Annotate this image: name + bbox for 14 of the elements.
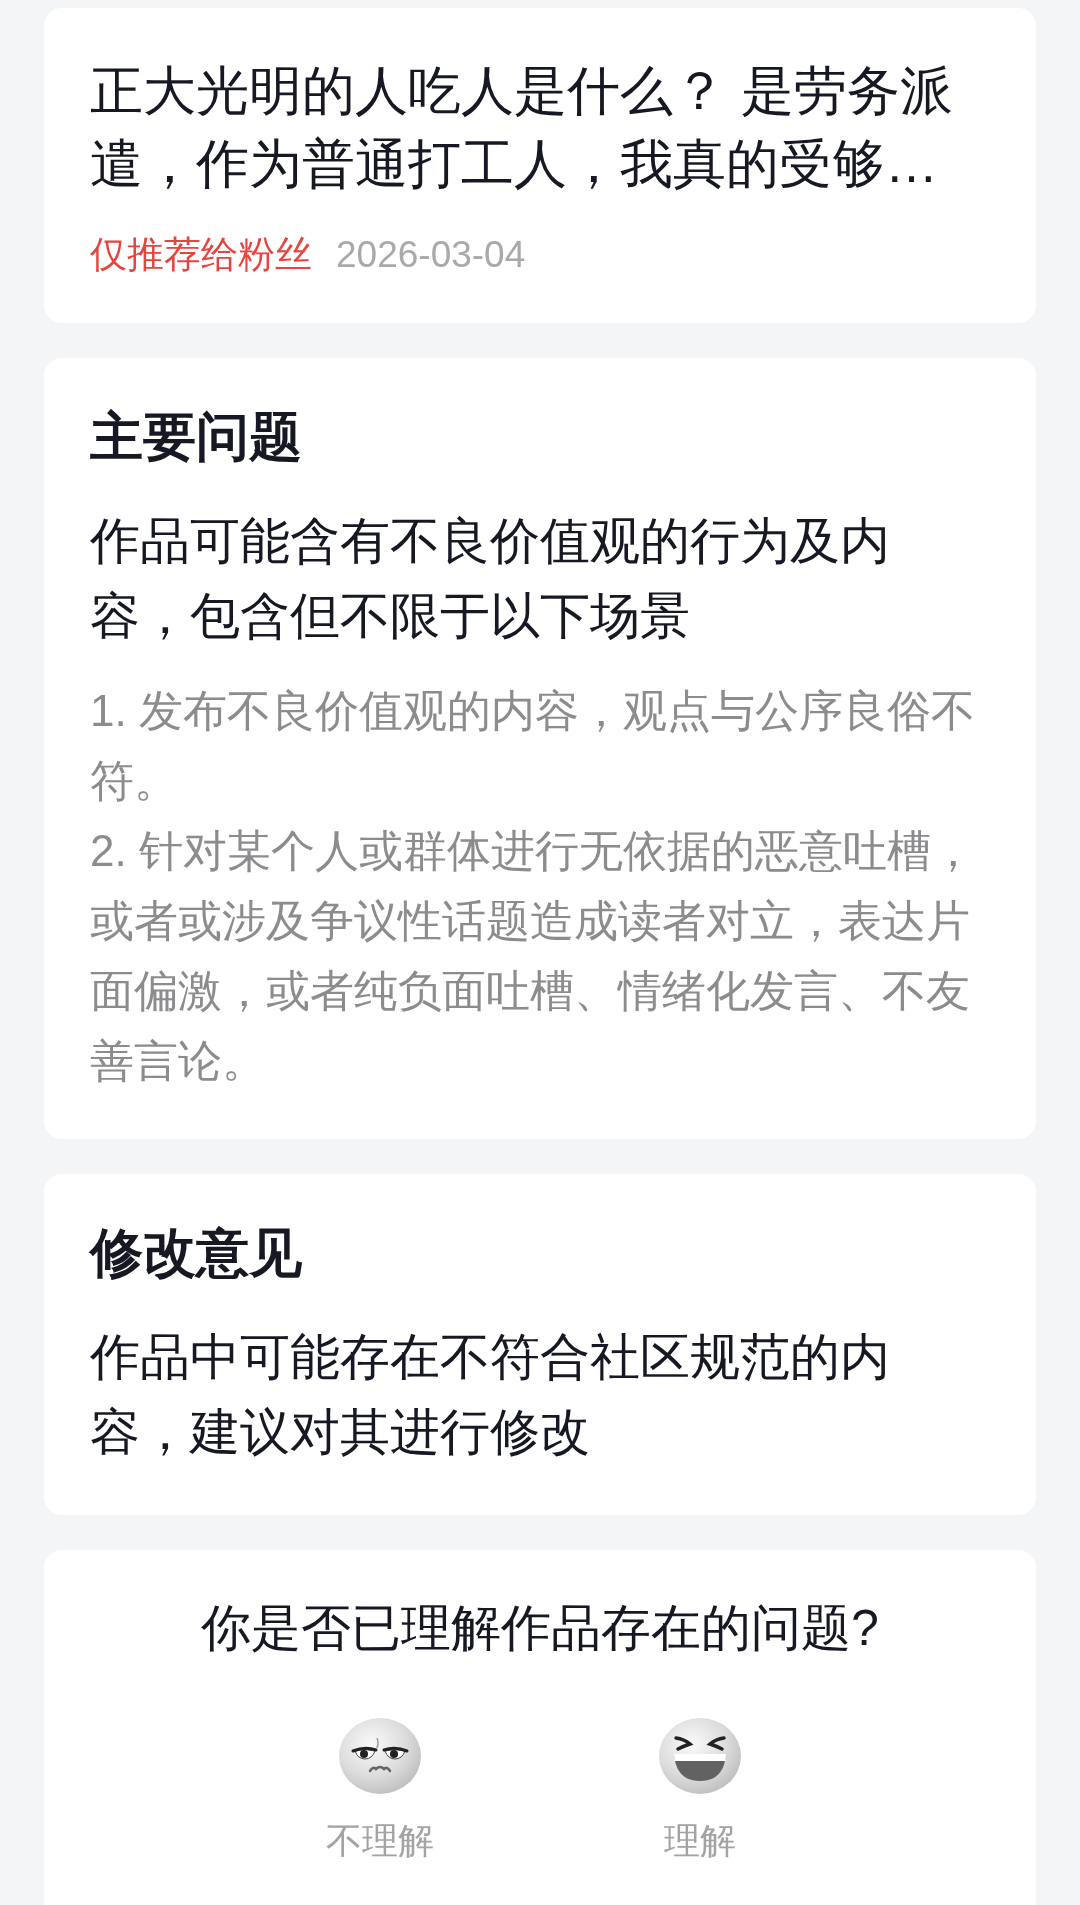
question-text: 你是否已理解作品存在的问题? <box>200 1599 880 1658</box>
reaction-button[interactable]: 理解 <box>620 1718 780 1866</box>
section-heading: 修改意见 <box>90 1222 303 1284</box>
laughing-face-icon <box>659 1718 741 1794</box>
publish-date: 2026-03-04 <box>336 233 526 277</box>
issue-item: 2. 针对某个人或群体进行无依据的恶意吐槽，或者或涉及争议性话题造成读者对立，表达片面偏激，或者纯负面吐槽、情绪化发言、不友善言论。 <box>90 825 976 1087</box>
suggestion-text: 作品中可能存在不符合社区规范的内容，建议对其进行修改 <box>90 1328 891 1462</box>
issue-item: 1. 发布不良价值观的内容，观点与公序良俗不符。 <box>90 685 976 807</box>
work-title: 正大光明的人吃人是什么？ 是劳务派遣，作为普通打工人，我真的受够… <box>90 60 954 195</box>
visibility-label: 仅推荐给粉丝 <box>90 233 312 277</box>
issue-summary: 作品可能含有不良价值观的行为及内容，包含但不限于以下场景 <box>90 512 891 646</box>
annoyed-face-icon <box>339 1718 421 1794</box>
reaction-button[interactable]: 不理解 <box>300 1718 460 1866</box>
section-heading: 主要问题 <box>90 406 303 468</box>
